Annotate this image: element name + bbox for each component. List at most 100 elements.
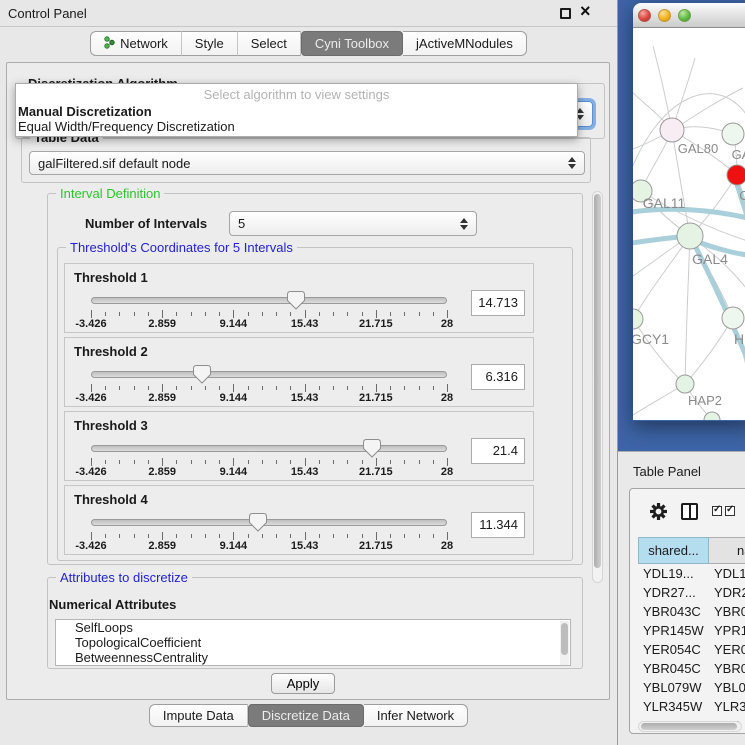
thresholds-group: Threshold's Coordinates for 5 Intervals … — [57, 247, 573, 561]
attribute-list-item[interactable]: TopologicalCoefficient — [56, 635, 570, 650]
network-edge[interactable] — [653, 46, 672, 130]
table-panel-title: Table Panel — [633, 464, 701, 479]
number-of-intervals-value: 5 — [238, 216, 245, 231]
tick-label: 2.859 — [148, 318, 176, 330]
tab-cyni-toolbox[interactable]: Cyni Toolbox — [301, 31, 403, 56]
tick-label: 28 — [441, 392, 453, 404]
attribute-list-item[interactable]: SelfLoops — [56, 620, 570, 635]
threshold-value-field[interactable]: 14.713 — [471, 290, 525, 316]
tab-network[interactable]: Network — [90, 31, 182, 56]
network-edge[interactable] — [674, 58, 695, 124]
scrollbar-thumb[interactable] — [594, 194, 601, 568]
close-icon[interactable]: × — [580, 1, 591, 22]
attributes-list[interactable]: SelfLoopsTopologicalCoefficientBetweenne… — [55, 619, 571, 666]
checkbox-icon[interactable] — [725, 506, 735, 516]
table-cell: YDL1 — [709, 564, 745, 583]
network-node[interactable] — [722, 123, 744, 145]
slider-track[interactable] — [91, 519, 447, 526]
slider-track[interactable] — [91, 445, 447, 452]
attribute-list-item[interactable]: BetweennessCentrality — [56, 650, 570, 665]
gear-icon[interactable] — [650, 503, 667, 520]
network-node[interactable] — [722, 307, 744, 329]
group-title: Attributes to discretize — [56, 570, 192, 585]
network-node[interactable] — [676, 375, 694, 393]
scrollbar-thumb[interactable] — [641, 723, 737, 730]
network-node[interactable] — [660, 118, 684, 142]
float-window-icon[interactable] — [560, 8, 571, 19]
threshold-panel-4: Threshold 4-3.4262.8599.14415.4321.71528… — [64, 485, 534, 555]
table-cell: YDR2 — [709, 583, 745, 602]
threshold-panel-3: Threshold 3-3.4262.8599.14415.4321.71528… — [64, 411, 534, 481]
table-cell: YPR1 — [709, 621, 745, 640]
tab-select[interactable]: Select — [238, 31, 301, 56]
column-header[interactable]: na — [709, 537, 745, 564]
tab-discretize-data[interactable]: Discretize Data — [248, 704, 364, 727]
network-edge-thick[interactable] — [633, 209, 745, 222]
node-attribute-table: shared...naYDL19...YDL1YDR27...YDR2YBR04… — [638, 537, 745, 735]
network-edge[interactable] — [685, 236, 690, 384]
network-node[interactable] — [633, 309, 643, 329]
network-edge[interactable] — [633, 319, 685, 384]
table-row[interactable]: YDR27...YDR2 — [638, 583, 745, 602]
table-row[interactable]: YPR145WYPR1 — [638, 621, 745, 640]
network-edge[interactable] — [685, 318, 733, 384]
table-data-value: galFiltered.sif default node — [38, 156, 190, 171]
minimize-traffic-light-icon[interactable] — [658, 9, 671, 22]
column-header[interactable]: shared... — [638, 537, 709, 564]
table-cell: YDL19... — [638, 564, 709, 583]
scrollbar-thumb[interactable] — [561, 623, 568, 655]
tick-label: 28 — [441, 318, 453, 330]
tab-jactivemnodules[interactable]: jActiveMNodules — [403, 31, 527, 56]
slider-tick-labels: -3.4262.8599.14415.4321.71528 — [91, 392, 447, 404]
table-row[interactable]: YLR345WYLR3 — [638, 697, 745, 716]
network-canvas[interactable]: GAL80GACGAL11GAL4GCY1HHAP2 — [633, 28, 745, 420]
tick-label: 21.715 — [359, 318, 393, 330]
tab-impute-data[interactable]: Impute Data — [149, 704, 248, 727]
slider-track[interactable] — [91, 297, 447, 304]
table-row[interactable]: YBL079WYBL0 — [638, 678, 745, 697]
table-row[interactable]: YER054CYER0 — [638, 640, 745, 659]
network-node[interactable] — [677, 223, 703, 249]
table-cell: YPR145W — [638, 621, 709, 640]
number-of-intervals-combobox[interactable]: 5 — [229, 211, 477, 236]
slider-handle[interactable] — [287, 291, 305, 310]
columns-icon[interactable] — [681, 503, 698, 520]
tick-label: 21.715 — [359, 392, 393, 404]
slider-handle[interactable] — [363, 439, 381, 458]
dropdown-option[interactable]: Equal Width/Frequency Discretization — [16, 119, 577, 134]
vertical-scrollbar[interactable] — [592, 191, 603, 583]
dropdown-option[interactable]: Manual Discretization — [16, 104, 577, 119]
threshold-value-field[interactable]: 21.4 — [471, 438, 525, 464]
table-cell: YBR0 — [709, 602, 745, 621]
group-title: Threshold's Coordinates for 5 Intervals — [66, 240, 297, 255]
close-traffic-light-icon[interactable] — [638, 9, 651, 22]
table-row[interactable]: YBR043CYBR0 — [638, 602, 745, 621]
table-cell: YBL0 — [709, 678, 745, 697]
slider-handle[interactable] — [249, 513, 267, 532]
tick-label: -3.426 — [75, 540, 106, 552]
tick-label: 28 — [441, 466, 453, 478]
tab-style[interactable]: Style — [182, 31, 238, 56]
tick-label: -3.426 — [75, 466, 106, 478]
table-row[interactable]: YDL19...YDL1 — [638, 564, 745, 583]
tab-infer-network[interactable]: Infer Network — [364, 704, 468, 727]
table-panel: Table Panel — [618, 451, 745, 745]
network-window-titlebar[interactable] — [633, 3, 745, 28]
checkbox-icon[interactable] — [712, 506, 722, 516]
slider-ticks — [91, 384, 447, 392]
zoom-traffic-light-icon[interactable] — [678, 9, 691, 22]
slider-ticks — [91, 532, 447, 540]
slider-handle[interactable] — [193, 365, 211, 384]
apply-button[interactable]: Apply — [271, 673, 335, 694]
threshold-value-field[interactable]: 6.316 — [471, 364, 525, 390]
table-cell: YER0 — [709, 640, 745, 659]
slider-track[interactable] — [91, 371, 447, 378]
horizontal-scrollbar[interactable] — [638, 721, 742, 732]
list-scrollbar[interactable] — [560, 621, 569, 665]
table-row[interactable]: YBR045CYBR0 — [638, 659, 745, 678]
network-edge[interactable] — [633, 236, 690, 319]
network-node[interactable] — [727, 165, 745, 185]
threshold-value-field[interactable]: 11.344 — [471, 512, 525, 538]
table-cell: YDR27... — [638, 583, 709, 602]
table-data-combobox[interactable]: galFiltered.sif default node — [29, 151, 585, 175]
